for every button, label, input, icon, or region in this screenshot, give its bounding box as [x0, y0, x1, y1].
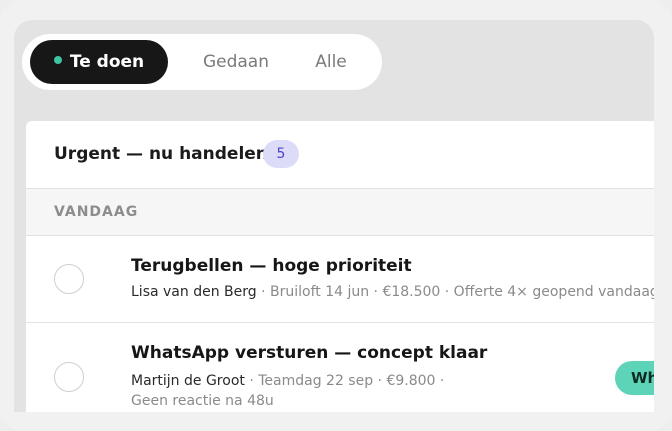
tab-alle[interactable]: Alle — [296, 40, 366, 84]
tab-label: Te doen — [69, 52, 145, 72]
tab-label: Alle — [315, 52, 347, 72]
task-title: Terugbellen — hoge prioriteit — [131, 256, 412, 276]
card-header: Urgent — nu handelen 5 — [26, 121, 654, 189]
task-card: Urgent — nu handelen 5 VANDAAG Terugbell… — [26, 121, 654, 412]
complete-checkbox[interactable] — [54, 362, 84, 392]
task-meta: Lisa van den Berg · Bruiloft 14 jun · €1… — [131, 284, 654, 300]
app-panel: Te doen Gedaan Alle Urgent — nu handelen… — [14, 20, 654, 412]
count-badge: 5 — [263, 140, 299, 168]
contact-name: Martijn de Groot — [131, 373, 245, 389]
tab-te-doen[interactable]: Te doen — [30, 40, 168, 84]
task-details: · Bruiloft 14 jun · €18.500 · Offerte 4×… — [256, 284, 654, 300]
status-dot-icon — [53, 56, 62, 64]
task-row[interactable]: WhatsApp versturen — concept klaar Marti… — [26, 323, 654, 412]
card-title: Urgent — nu handelen — [54, 144, 268, 164]
tab-label: Gedaan — [202, 52, 270, 72]
whatsapp-action-button[interactable]: WhatsApp — [615, 361, 654, 395]
task-row[interactable]: Terugbellen — hoge prioriteit Lisa van d… — [26, 236, 654, 323]
tab-gedaan[interactable]: Gedaan — [188, 40, 284, 84]
task-meta: Martijn de Groot · Teamdag 22 sep · €9.8… — [131, 371, 476, 411]
window-frame: Te doen Gedaan Alle Urgent — nu handelen… — [0, 0, 672, 431]
task-title: WhatsApp versturen — concept klaar — [131, 343, 488, 363]
filter-tabs: Te doen Gedaan Alle — [22, 34, 382, 90]
contact-name: Lisa van den Berg — [131, 284, 257, 300]
section-header: VANDAAG — [26, 189, 654, 236]
section-label: VANDAAG — [54, 204, 139, 220]
complete-checkbox[interactable] — [54, 264, 84, 294]
